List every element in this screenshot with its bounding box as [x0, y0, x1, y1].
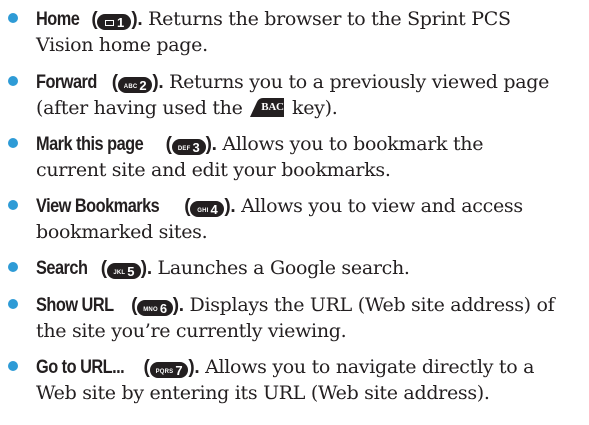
bullet-icon — [8, 361, 18, 371]
item-description: Launches a Google search. — [151, 257, 410, 279]
item-title: Mark this page — [36, 134, 144, 155]
item-title: Home — [36, 9, 80, 30]
key-1-badge: 1 — [97, 14, 132, 30]
item-text: Mark this page (DEF 3). Allows you to boo… — [36, 131, 586, 183]
item-title: Search — [36, 258, 88, 279]
key-6-badge: MNO 6 — [137, 300, 173, 316]
item-description: Displays the URL (Web site address) of — [183, 294, 555, 316]
item-title: Forward — [36, 72, 97, 93]
bullet-icon — [8, 138, 18, 148]
item-text: Search (JKL 5). Launches a Google search. — [36, 255, 586, 281]
envelope-icon — [104, 20, 114, 26]
item-description-cont: (after having used the — [36, 97, 249, 119]
bullet-icon — [8, 299, 18, 309]
bullet-icon — [8, 200, 18, 210]
item-title: Show URL — [36, 295, 114, 316]
key-7-badge: PQRS 7 — [149, 362, 189, 378]
key-3-badge: DEF 3 — [171, 139, 206, 155]
item-description-cont: the site you’re currently viewing. — [36, 320, 347, 342]
item-description: Allows you to bookmark the — [216, 133, 484, 155]
bullet-icon — [8, 262, 18, 272]
item-description-cont: Web site by entering its URL (Web site a… — [36, 382, 490, 404]
item-description-cont: current site and edit your bookmarks. — [36, 159, 391, 181]
item-description: Returns you to a previously viewed page — [163, 71, 550, 93]
item-title: Go to URL... — [36, 357, 125, 378]
item-description: Allows you to navigate directly to a — [199, 356, 535, 378]
item-text: Forward (ABC 2). Returns you to a previou… — [36, 71, 550, 119]
key-2-badge: ABC 2 — [117, 77, 153, 93]
back-key-icon: BACK — [250, 98, 292, 117]
manual-page: Home (1). Returns the browser to the Spr… — [0, 0, 589, 425]
item-title: View Bookmarks — [36, 196, 160, 217]
item-description-cont: Vision home page. — [36, 34, 208, 56]
item-description-cont: bookmarked sites. — [36, 221, 208, 243]
bullet-icon — [8, 76, 18, 86]
item-text: Home (1). Returns the browser to the Spr… — [36, 6, 586, 58]
bullet-icon — [8, 13, 18, 23]
item-description: Returns the browser to the Sprint PCS — [142, 8, 511, 30]
key-4-badge: GHI 4 — [190, 201, 225, 217]
key-5-badge: JKL 5 — [106, 263, 141, 279]
item-text: Go to URL... (PQRS 7). Allows you to navi… — [36, 354, 586, 406]
item-text: Show URL (MNO 6). Displays the URL (Web s… — [36, 292, 586, 344]
item-text: View Bookmarks (GHI 4). Allows you to vie… — [36, 193, 586, 245]
item-description: Allows you to view and access — [235, 195, 523, 217]
